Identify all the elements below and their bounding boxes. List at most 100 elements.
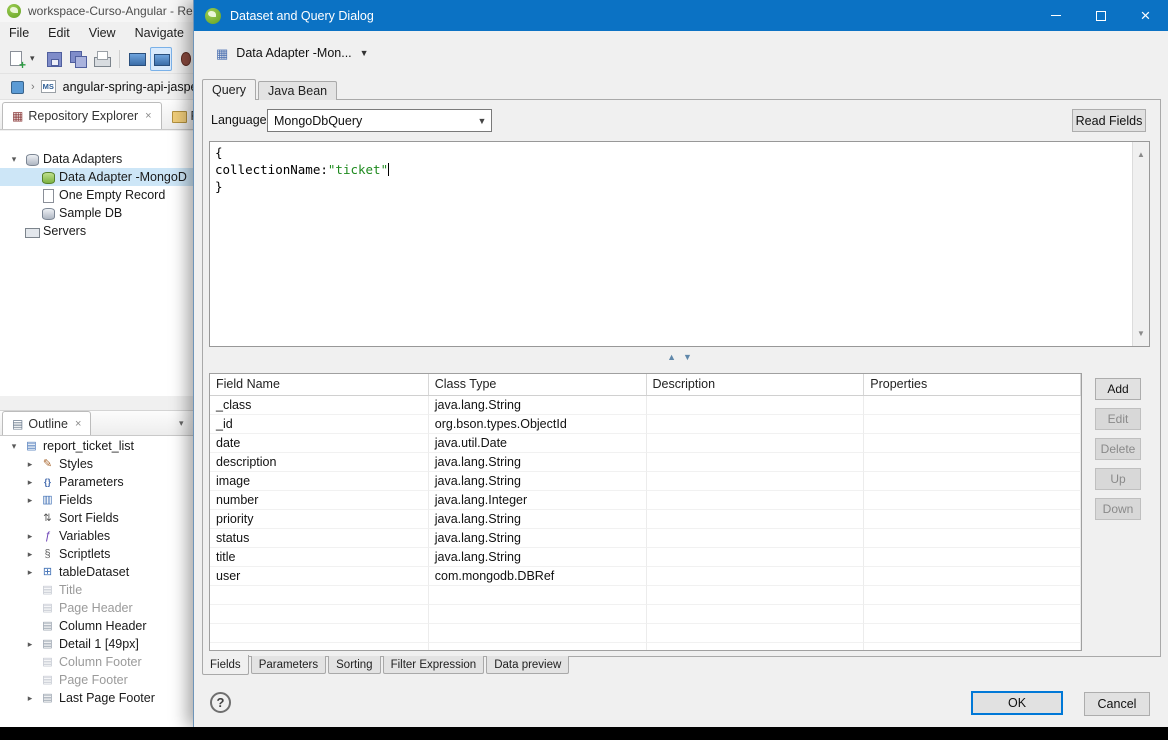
close-tab-icon[interactable]: × xyxy=(145,110,151,122)
delete-button: Delete xyxy=(1095,438,1141,460)
tree-item-label: Title xyxy=(59,583,82,597)
print-icon[interactable] xyxy=(91,47,113,71)
tree-item-label: tableDataset xyxy=(59,565,129,579)
caret-right-icon[interactable]: ▸ xyxy=(24,495,36,506)
collapse-up-icon[interactable]: ▲ xyxy=(667,352,676,362)
caret-right-icon[interactable]: ▸ xyxy=(24,459,36,470)
view-menu-icon[interactable]: ▾ xyxy=(179,418,184,429)
help-button[interactable]: ? xyxy=(210,692,231,713)
debug-view-icon[interactable] xyxy=(150,47,172,71)
menu-navigate[interactable]: Navigate xyxy=(135,26,184,40)
tab-query[interactable]: Query xyxy=(202,79,256,100)
table-row[interactable]: datejava.util.Date xyxy=(210,434,1081,453)
cell-class-type: java.lang.String xyxy=(429,472,647,491)
table-row[interactable]: _idorg.bson.types.ObjectId xyxy=(210,415,1081,434)
caret-right-icon[interactable]: ▸ xyxy=(24,567,36,578)
table-row[interactable]: usercom.mongodb.DBRef xyxy=(210,567,1081,586)
caret-right-icon[interactable]: ▸ xyxy=(24,531,36,542)
outline-icon xyxy=(12,418,23,430)
cancel-button[interactable]: Cancel xyxy=(1084,692,1150,716)
cell-class-type: java.lang.Integer xyxy=(429,491,647,510)
tab-repository-explorer[interactable]: Repository Explorer× xyxy=(2,102,162,129)
save-icon[interactable] xyxy=(43,47,65,71)
cell-properties xyxy=(864,624,1081,643)
dataset-icon xyxy=(216,47,228,60)
fields-table-header: Field NameClass TypeDescriptionPropertie… xyxy=(210,374,1081,396)
doc-icon xyxy=(40,188,55,203)
cell-class-type: java.lang.String xyxy=(429,396,647,415)
column-header-properties[interactable]: Properties xyxy=(864,374,1081,395)
caret-right-icon[interactable]: ▸ xyxy=(24,639,36,650)
scroll-down-icon[interactable]: ▼ xyxy=(1137,321,1145,346)
cell-field-name xyxy=(210,586,429,605)
maximize-button[interactable] xyxy=(1078,0,1123,31)
tab-java-bean[interactable]: Java Bean xyxy=(258,81,337,100)
tab-sorting[interactable]: Sorting xyxy=(328,656,380,674)
caret-down-icon[interactable]: ▾ xyxy=(8,441,20,452)
ok-button[interactable]: OK xyxy=(971,691,1063,715)
collapse-down-icon[interactable]: ▼ xyxy=(683,352,692,362)
cell-field-name: description xyxy=(210,453,429,472)
data-adapter-combo[interactable]: Data Adapter -Mon... ▼ xyxy=(210,41,375,65)
menu-edit[interactable]: Edit xyxy=(48,26,70,40)
editor-scrollbar[interactable]: ▲ ▼ xyxy=(1132,142,1149,346)
save-all-icon[interactable] xyxy=(67,47,89,71)
column-header-class-type[interactable]: Class Type xyxy=(429,374,647,395)
menu-file[interactable]: File xyxy=(9,26,29,40)
close-button[interactable] xyxy=(1123,0,1168,31)
cell-class-type xyxy=(429,586,647,605)
cell-description xyxy=(647,510,865,529)
caret-right-icon[interactable]: ▸ xyxy=(24,477,36,488)
caret-right-icon[interactable]: ▸ xyxy=(24,693,36,704)
cell-properties xyxy=(864,396,1081,415)
close-tab-icon[interactable]: × xyxy=(75,418,81,430)
column-header-description[interactable]: Description xyxy=(647,374,865,395)
table-row[interactable]: descriptionjava.lang.String xyxy=(210,453,1081,472)
column-header-field-name[interactable]: Field Name xyxy=(210,374,429,395)
java-view-icon[interactable] xyxy=(126,47,148,71)
cell-class-type xyxy=(429,624,647,643)
cell-properties xyxy=(864,434,1081,453)
tab-parameters[interactable]: Parameters xyxy=(251,656,326,674)
add-button[interactable]: Add xyxy=(1095,378,1141,400)
band-icon xyxy=(40,655,55,670)
repository-icon xyxy=(12,110,23,122)
tab-filter-expression[interactable]: Filter Expression xyxy=(383,656,485,674)
table-row[interactable]: numberjava.lang.Integer xyxy=(210,491,1081,510)
sash-divider[interactable]: ▲ ▼ xyxy=(209,349,1150,365)
breadcrumb-project[interactable]: angular-spring-api-jaspe xyxy=(63,80,198,94)
tree-item-label: Variables xyxy=(59,529,110,543)
cell-description xyxy=(647,396,865,415)
table-row[interactable]: _classjava.lang.String xyxy=(210,396,1081,415)
cell-description xyxy=(647,605,865,624)
tab-data-preview[interactable]: Data preview xyxy=(486,656,569,674)
fields-table: Field NameClass TypeDescriptionPropertie… xyxy=(209,373,1082,651)
menu-view[interactable]: View xyxy=(89,26,116,40)
table-row[interactable]: titlejava.lang.String xyxy=(210,548,1081,567)
table-row[interactable]: priorityjava.lang.String xyxy=(210,510,1081,529)
tab-fields[interactable]: Fields xyxy=(202,655,249,675)
read-fields-button[interactable]: Read Fields xyxy=(1072,109,1146,132)
tree-item-label: Page Footer xyxy=(59,673,128,687)
cell-description xyxy=(647,415,865,434)
cell-field-name: number xyxy=(210,491,429,510)
menu-caret-icon[interactable] xyxy=(29,47,41,71)
dialog-titlebar[interactable]: Dataset and Query Dialog xyxy=(194,0,1168,31)
query-editor[interactable]: { collectionName:"ticket" } ▲ ▼ xyxy=(209,141,1150,347)
workspace-icon[interactable] xyxy=(8,78,26,96)
minimize-button[interactable] xyxy=(1033,0,1078,31)
scroll-up-icon[interactable]: ▲ xyxy=(1137,142,1145,167)
fields-icon xyxy=(40,493,55,508)
table-row[interactable]: statusjava.lang.String xyxy=(210,529,1081,548)
dialog-title: Dataset and Query Dialog xyxy=(230,9,374,23)
table-row[interactable]: imagejava.lang.String xyxy=(210,472,1081,491)
cell-field-name: _id xyxy=(210,415,429,434)
language-select[interactable]: MongoDbQuery ▼ xyxy=(267,109,492,132)
cell-properties xyxy=(864,643,1081,651)
new-wizard-icon[interactable] xyxy=(5,47,27,71)
caret-down-icon[interactable]: ▾ xyxy=(8,154,20,165)
cell-properties xyxy=(864,586,1081,605)
tab-outline[interactable]: Outline × xyxy=(2,411,91,435)
caret-right-icon[interactable]: ▸ xyxy=(24,549,36,560)
table-row-empty xyxy=(210,624,1081,643)
